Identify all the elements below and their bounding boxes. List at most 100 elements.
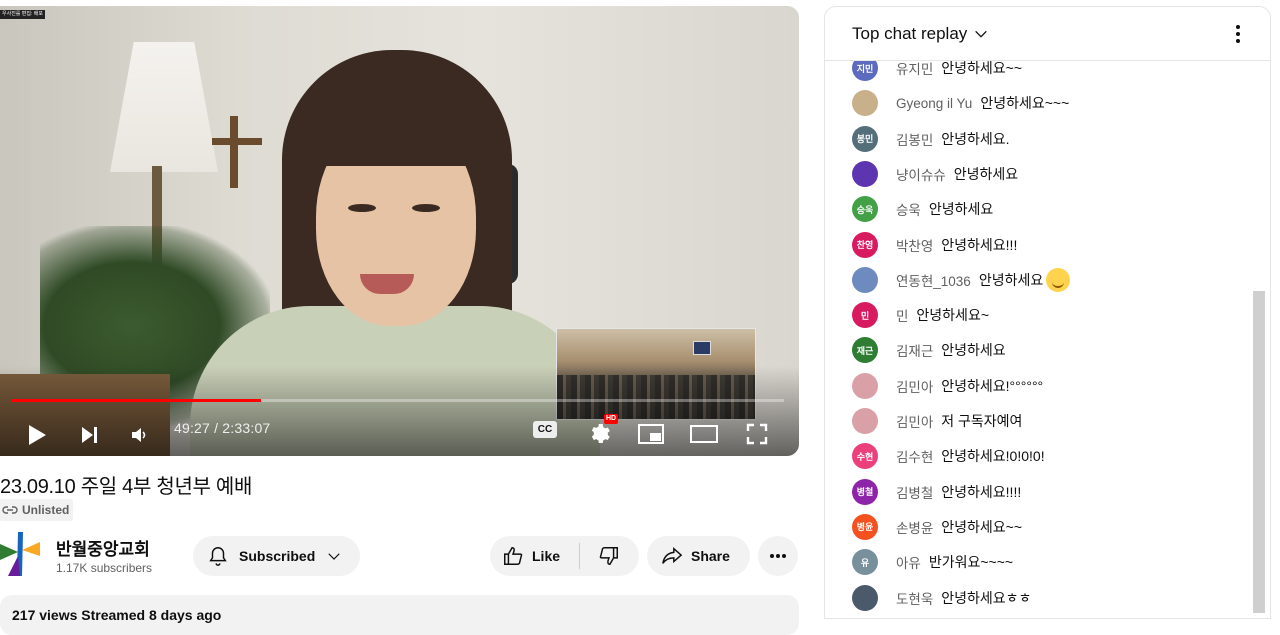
message-text: 안녕하세요	[928, 201, 994, 218]
author-name[interactable]: 냥이슈슈	[896, 164, 946, 184]
author-avatar[interactable]	[852, 90, 878, 117]
chat-message[interactable]: 승욱 승욱 안녕하세요	[852, 194, 993, 224]
author-name[interactable]: Gyeong il Yu	[896, 96, 972, 111]
subscribed-label: Subscribed	[239, 548, 316, 564]
next-button[interactable]	[76, 422, 102, 448]
author-avatar[interactable]	[852, 372, 878, 399]
author-name[interactable]: 민	[896, 305, 908, 325]
chat-scrollbar[interactable]	[1253, 291, 1265, 613]
author-name[interactable]: 김봉민	[896, 129, 933, 149]
dislike-button[interactable]	[580, 545, 638, 567]
bell-icon	[209, 547, 227, 566]
message-text: 안녕하세요!!!!	[941, 483, 1022, 500]
message-text: 안녕하세요.	[941, 130, 1010, 147]
theater-mode-button[interactable]	[689, 421, 719, 447]
author-name[interactable]: 아유	[896, 552, 921, 572]
chat-message[interactable]: 병철 김병철 안녕하세요!!!!	[852, 477, 1021, 507]
like-label: Like	[532, 548, 561, 564]
fullscreen-button[interactable]	[744, 421, 770, 447]
subscribed-button[interactable]: Subscribed	[193, 536, 360, 576]
settings-button[interactable]	[586, 421, 612, 447]
chat-message[interactable]: Gyeong il Yu 안녕하세요~~~	[852, 88, 1069, 118]
chat-message[interactable]: 민 민 안녕하세요~	[852, 300, 989, 330]
chat-header: Top chat replay	[825, 7, 1270, 61]
author-avatar[interactable]	[852, 408, 878, 434]
hd-badge: HD	[604, 414, 619, 424]
chat-message[interactable]: 찬영 박찬영 안녕하세요!!!	[852, 230, 1017, 260]
thumbs-down-icon	[599, 547, 618, 565]
smiling-face-icon	[1046, 267, 1071, 292]
author-avatar[interactable]: 승욱	[852, 196, 878, 223]
time-display: 49:27 / 2:33:07	[174, 420, 271, 436]
chat-message[interactable]: 연동현_1036 안녕하세요	[852, 265, 1071, 295]
link-icon	[2, 506, 18, 514]
author-avatar[interactable]: 유	[852, 549, 878, 576]
message-text: 안녕하세요~	[916, 307, 989, 324]
author-name[interactable]: 김병철	[896, 482, 933, 502]
chat-message[interactable]: 재근 김재근 안녕하세요	[852, 335, 1006, 365]
author-avatar[interactable]: 찬영	[852, 231, 878, 258]
subtitles-button[interactable]: CC	[533, 421, 557, 438]
description-box[interactable]: 217 views Streamed 8 days ago	[0, 595, 799, 635]
chat-menu-button[interactable]	[1228, 23, 1248, 45]
play-button[interactable]	[24, 422, 50, 448]
author-name[interactable]: 박찬영	[896, 235, 933, 255]
chevron-down-icon	[328, 553, 340, 560]
share-icon	[662, 547, 683, 564]
chat-mode-selector[interactable]: Top chat replay	[852, 24, 989, 44]
unlisted-badge: Unlisted	[0, 499, 74, 521]
chat-message[interactable]: 봉민 김봉민 안녕하세요.	[852, 124, 1010, 154]
subscriber-count: 1.17K subscribers	[56, 561, 153, 575]
author-avatar[interactable]	[852, 266, 878, 293]
chat-message[interactable]: 김민아 저 구독자예여	[852, 406, 1022, 436]
like-button[interactable]: Like	[490, 543, 580, 569]
chat-panel: Top chat replay 지민 유지민 안녕하세요~~ Gyeong il Yu…	[824, 6, 1271, 619]
miniplayer-icon	[638, 424, 664, 444]
author-name[interactable]: 김민아	[896, 376, 933, 396]
message-text: 안녕하세요!°°°°°°	[941, 377, 1044, 394]
author-name[interactable]: 김민아	[896, 411, 933, 431]
author-name[interactable]: 김재근	[896, 340, 933, 360]
channel-avatar[interactable]	[0, 532, 40, 576]
author-avatar[interactable]	[852, 160, 878, 187]
progress-fill	[12, 399, 262, 402]
message-text: 안녕하세요	[953, 165, 1019, 182]
message-text: 안녕하세요~~	[941, 518, 1023, 535]
chat-message[interactable]: 냥이슈슈 안녕하세요	[852, 159, 1018, 189]
author-name[interactable]: 승욱	[896, 199, 921, 219]
video-player[interactable]: 우사진를 편집: 배포 49:27 / 2:33:07 CC HD	[0, 6, 799, 456]
author-avatar[interactable]: 수현	[852, 443, 878, 470]
progress-bar[interactable]	[12, 399, 784, 402]
message-text: 안녕하세요ㅎㅎ	[941, 589, 1032, 606]
author-name[interactable]: 도현욱	[896, 588, 933, 608]
chat-message-list[interactable]: 지민 유지민 안녕하세요~~ Gyeong il Yu 안녕하세요~~~ 봉민 김봉민 안녕하…	[825, 55, 1270, 618]
author-name[interactable]: 연동현_1036	[896, 270, 971, 290]
message-text: 안녕하세요	[978, 271, 1044, 288]
chat-message[interactable]: 도현욱 안녕하세요ㅎㅎ	[852, 583, 1031, 613]
chat-message[interactable]: 수현 김수현 안녕하세요!0!0!0!	[852, 441, 1045, 471]
share-button[interactable]: Share	[647, 536, 750, 576]
theater-mode-icon	[690, 425, 718, 443]
author-avatar[interactable]: 병철	[852, 478, 878, 505]
chat-message[interactable]: 유 아유 반가워요~~~~	[852, 547, 1013, 577]
message-text: 안녕하세요~~~	[980, 95, 1070, 112]
message-text: 저 구독자예여	[941, 413, 1023, 429]
more-actions-button[interactable]	[758, 536, 798, 576]
author-name[interactable]: 김수현	[896, 446, 933, 466]
channel-name[interactable]: 반월중앙교회	[56, 535, 150, 560]
message-text: 반가워요~~~~	[928, 554, 1014, 571]
author-avatar[interactable]: 재근	[852, 337, 878, 364]
fullscreen-icon	[746, 423, 768, 445]
miniplayer-button[interactable]	[637, 421, 665, 447]
author-avatar[interactable]	[852, 584, 878, 611]
author-name[interactable]: 손병윤	[896, 517, 933, 537]
chat-message[interactable]: 병윤 손병윤 안녕하세요~~	[852, 512, 1022, 542]
author-avatar[interactable]: 봉민	[852, 125, 878, 152]
author-avatar[interactable]: 민	[852, 302, 878, 329]
author-name[interactable]: 유지민	[896, 58, 933, 78]
video-title: 23.09.10 주일 4부 청년부 예배	[0, 476, 253, 498]
message-text: 안녕하세요	[941, 342, 1006, 359]
author-avatar[interactable]: 병윤	[852, 513, 878, 540]
mute-button[interactable]	[126, 422, 152, 448]
chat-message[interactable]: 김민아 안녕하세요!°°°°°°	[852, 371, 1043, 401]
